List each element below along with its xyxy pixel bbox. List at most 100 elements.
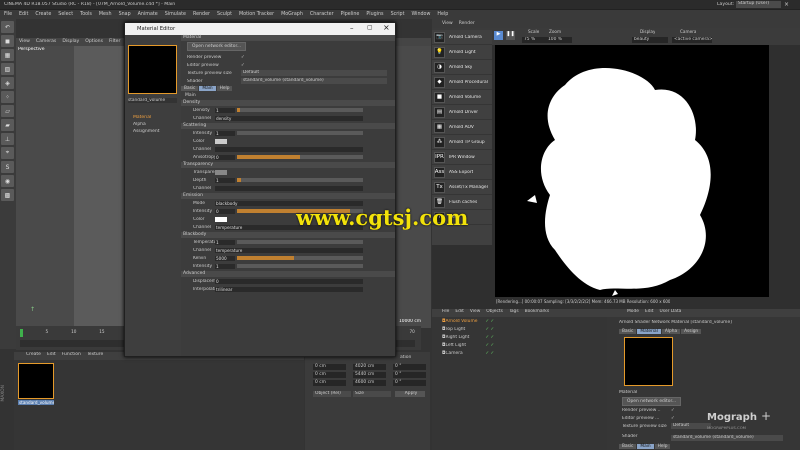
attr-tab[interactable]: Alpha [661,329,681,334]
dialog-tab[interactable]: Basic [181,86,199,91]
arnold-item[interactable]: ▦ Arnold AOV [432,120,492,135]
attr-bottom-tab[interactable]: Main [637,444,654,449]
object-menu-item[interactable]: Objects [486,309,503,314]
mm-menu-item[interactable]: Function [62,352,81,357]
object-menu-item[interactable]: View [470,309,480,314]
param-slider[interactable] [237,108,363,112]
menu-item[interactable]: Snap [119,12,131,17]
attr-row-value[interactable]: Default [671,423,711,429]
viewport-menu-item[interactable]: Display [62,39,79,44]
attr-tab[interactable]: Assign [681,329,702,334]
snap-icon[interactable]: ⌖ [1,147,14,159]
viewport-menu-item[interactable]: View [19,39,30,44]
visibility-check-icon[interactable]: ✓ ✓ [485,327,494,332]
visibility-check-icon[interactable]: ✓ ✓ [485,351,494,356]
visibility-check-icon[interactable]: ✓ ✓ [485,343,494,348]
display-select[interactable]: beauty [632,37,668,43]
menu-item[interactable]: Render [193,12,210,17]
color-swatch[interactable] [215,216,227,222]
mm-menu-item[interactable]: Create [26,352,41,357]
viewport-menu-item[interactable]: Options [85,39,103,44]
param-value-field[interactable]: 1 [215,130,235,136]
object-menu-item[interactable]: Edit [455,309,464,314]
param-text-field[interactable] [215,146,363,152]
mm-menu-item[interactable]: Texture [87,352,103,357]
arnold-item[interactable]: ⁂ Arnold TP Group [432,135,492,150]
dialog-tab[interactable]: Help [216,86,233,91]
param-slider[interactable] [237,256,363,260]
arnold-item[interactable]: ▤ Arnold Driver [432,105,492,120]
cube-icon[interactable]: ◼ [1,35,14,47]
attr-row-value[interactable]: ✓ [671,416,675,421]
color-swatch[interactable] [215,169,227,175]
dialog-close-icon[interactable]: × [383,23,390,32]
scale-select[interactable]: 75 % [522,37,548,43]
visibility-check-icon[interactable]: ✓ ✓ [485,335,494,340]
sculpt-icon[interactable]: S [1,161,14,173]
menu-item[interactable]: Simulate [165,12,186,17]
param-text-field[interactable]: density [215,115,363,121]
param-text-field[interactable]: temperature [215,247,363,253]
menu-item[interactable]: Create [35,12,51,17]
object-row[interactable]: ◘ Right Light ✓ ✓ [432,333,607,341]
viewport-menu-item[interactable]: Cameras [36,39,56,44]
close-icon[interactable]: × [784,1,789,8]
attr-shader-select[interactable]: standard_volume (standard_volume) [671,435,783,441]
object-row[interactable]: ◘ Left Light ✓ ✓ [432,341,607,349]
rot-p[interactable]: 0 ° [393,372,426,378]
maximize-icon[interactable]: ▢ [367,24,373,31]
object-row[interactable]: ◘ Arnold Volume ✓ ✓ [432,317,607,325]
pos-x[interactable]: 0 cm [313,364,346,370]
object-menu-item[interactable]: File [442,309,449,314]
object-menu-item[interactable]: Tags [509,309,519,314]
menu-item[interactable]: MoGraph [281,12,303,17]
param-value-field[interactable]: 1 [215,239,235,245]
pos-z[interactable]: 0 cm [313,380,346,386]
attr-open-network-button[interactable]: Open network editor... [622,397,682,406]
arnold-item[interactable]: Ass ASS Export [432,165,492,180]
arnold-item[interactable]: 📷 Arnold Camera [432,30,492,45]
texture-icon[interactable]: ▧ [1,63,14,75]
menu-item[interactable]: Pipeline [341,12,360,17]
menu-item[interactable]: Help [437,12,448,17]
lock-icon[interactable]: ◉ [1,175,14,187]
attr-row-value[interactable]: ✓ [671,408,675,413]
param-value-field[interactable]: 0 [215,208,235,214]
object-row[interactable]: ◘ Top Light ✓ ✓ [432,325,607,333]
rot-h[interactable]: 0 ° [393,364,426,370]
grid-icon[interactable]: ▩ [1,189,14,201]
arnold-item[interactable]: ◆ Arnold Procedural [432,75,492,90]
dialog-open-network-button[interactable]: Open network editor... [187,42,247,51]
menu-item[interactable]: Window [411,12,430,17]
material-name[interactable]: standard_volume [18,400,54,405]
attr-tab[interactable]: Basic [619,329,637,334]
param-text-field[interactable]: trilinear [215,286,363,292]
coord-mode-select[interactable]: Object (Rel) [313,391,351,397]
mm-menu-item[interactable]: Edit [47,352,56,357]
param-slider[interactable] [237,131,363,135]
play-icon[interactable]: ▶ [494,31,503,40]
menu-item[interactable]: Mesh [99,12,112,17]
object-row[interactable]: ◘ Camera ✓ ✓ [432,349,607,357]
param-slider[interactable] [237,264,363,268]
points-icon[interactable]: ⁘ [1,91,14,103]
undo-icon[interactable]: ↶ [1,21,14,33]
param-value-field[interactable]: 0 [215,154,235,160]
param-text-field[interactable]: 0 [215,278,363,284]
param-value-field[interactable]: 1 [215,177,235,183]
camera-select[interactable]: <active camera> [672,37,712,43]
menu-item[interactable]: Select [58,12,73,17]
arnold-item[interactable]: IPR IPR Window [432,150,492,165]
attr-menu-item[interactable]: Mode [627,309,639,314]
menu-item[interactable]: Sculpt [217,12,232,17]
menu-item[interactable]: Animate [138,12,158,17]
material-thumbnail[interactable] [18,363,54,399]
minimize-icon[interactable]: – [350,24,354,32]
polygons-icon[interactable]: ▰ [1,119,14,131]
menu-item[interactable]: Character [310,12,334,17]
menu-item[interactable]: Motion Tracker [239,12,274,17]
axis-icon[interactable]: ⊥ [1,133,14,145]
menu-item[interactable]: File [4,12,12,17]
size-z[interactable]: 4600 cm [353,380,386,386]
param-value-field[interactable]: 1 [215,263,235,269]
